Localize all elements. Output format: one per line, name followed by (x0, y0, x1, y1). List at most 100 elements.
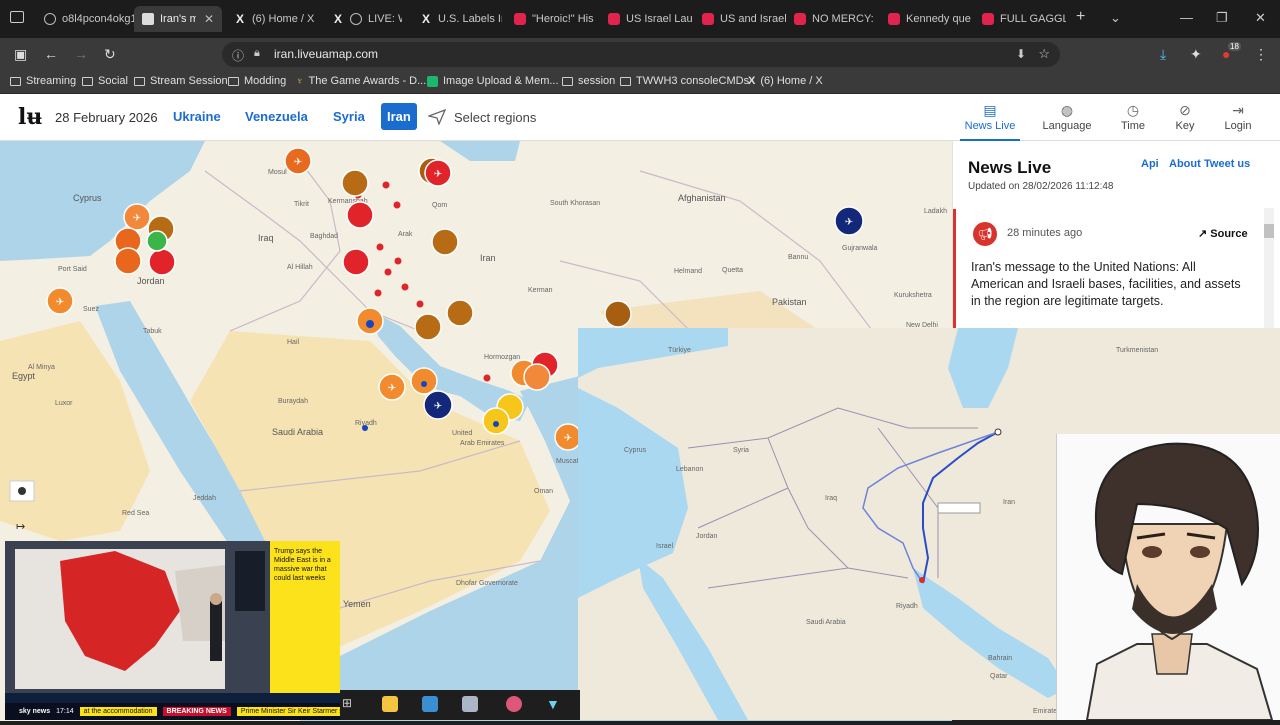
forward-icon[interactable]: → (74, 46, 88, 62)
task-view-icon[interactable]: ⊞ (342, 696, 358, 712)
bookmark-social[interactable]: Social (82, 75, 128, 87)
svg-text:✈: ✈ (434, 169, 442, 180)
layers-toggle-icon[interactable]: ↦ (16, 520, 25, 533)
folder-icon (134, 76, 145, 86)
restore-icon[interactable]: ❐ (1216, 10, 1228, 26)
browser-tab[interactable]: "Heroic!" His (506, 6, 596, 32)
bookmark-streaming[interactable]: Streaming (10, 75, 76, 87)
menu-icon[interactable]: ⋮ (1254, 46, 1268, 63)
svg-text:Riyadh: Riyadh (896, 603, 918, 610)
svg-text:Cyprus: Cyprus (624, 447, 647, 454)
nav-news-live[interactable]: ▤ News Live (960, 102, 1020, 141)
site-info-icon[interactable]: ⓘ (232, 47, 244, 64)
browser-tab[interactable]: Kennedy que (880, 6, 972, 32)
bookmark-twwh3[interactable]: TWWH3 consoleCMDs (620, 75, 749, 87)
svg-text:Muscat: Muscat (556, 458, 579, 465)
browser-tab[interactable]: X U.S. Labels Ir (412, 6, 502, 32)
browser-tab-strip: o8l4pcon4okg1.jp Iran's mes✕ X(6) Home /… (0, 0, 1280, 38)
sidebar-icon[interactable]: ▣ (14, 46, 27, 63)
bookmark-x-home[interactable]: X (6) Home / X (748, 75, 823, 87)
bookmark-modding[interactable]: Modding (228, 75, 286, 87)
bookmark-star-icon[interactable]: ☆ (1038, 46, 1050, 62)
minimize-icon[interactable]: — (1180, 10, 1193, 25)
app-icon[interactable] (462, 696, 478, 712)
browser-tab[interactable]: US and Israel (694, 6, 786, 32)
tab-search-chevron-icon[interactable]: ⌄ (1110, 10, 1121, 26)
reload-icon[interactable]: ↻ (104, 46, 116, 63)
svg-text:Hormozgan: Hormozgan (484, 354, 520, 361)
news-item[interactable]: 📢︎ 28 minutes ago ↗ Source Iran's messag… (953, 209, 1280, 328)
folder-icon (82, 76, 93, 86)
app-icon[interactable] (506, 696, 522, 712)
youtube-icon (608, 13, 620, 25)
region-venezuela[interactable]: Venezuela (239, 103, 314, 130)
bookmark-session[interactable]: session (562, 75, 615, 87)
svg-text:Saudi Arabia: Saudi Arabia (272, 427, 323, 437)
region-iran[interactable]: Iran (381, 103, 417, 130)
nav-time[interactable]: ◷ Time (1103, 102, 1163, 132)
url-bar[interactable]: ⓘ 🔒︎ iran.liveuamap.com ⬇ ☆ (222, 42, 1060, 67)
bookmark-stream-session[interactable]: Stream Session (134, 75, 228, 87)
browser-tab-active[interactable]: Iran's mes✕ (134, 6, 222, 32)
youtube-icon (514, 13, 526, 25)
video-frame (5, 541, 270, 693)
news-ticker: sky news 17:14 at the accommodation BREA… (5, 703, 340, 720)
install-app-icon[interactable]: ⬇ (1016, 47, 1026, 61)
browser-tab[interactable]: NO MERCY: (786, 6, 878, 32)
sky-news-video[interactable]: Trump says the Middle East is in a massi… (5, 541, 340, 720)
svg-text:Luxor: Luxor (55, 400, 73, 407)
select-regions[interactable]: Select regions (428, 109, 536, 125)
nav-key[interactable]: ⊘ Key (1155, 102, 1215, 132)
news-item-text: Iran's message to the United Nations: Al… (971, 260, 1241, 308)
news-item-age: 28 minutes ago (1007, 227, 1083, 239)
api-link[interactable]: Api (1141, 158, 1159, 170)
svg-text:Cyprus: Cyprus (73, 193, 102, 203)
extensions-badge: 18 (1228, 42, 1241, 51)
generic-icon (44, 13, 56, 25)
browser-tab[interactable]: o8l4pcon4okg1.jp (36, 6, 134, 32)
svg-text:Afghanistan: Afghanistan (678, 193, 726, 203)
file-explorer-icon[interactable] (382, 696, 398, 712)
svg-text:Oman: Oman (534, 488, 553, 495)
bookmark-game-awards[interactable]: ♆ The Game Awards - D... (296, 75, 426, 87)
browser-tab[interactable]: XLIVE: Wa (324, 6, 402, 32)
tweet-us-link[interactable]: Tweet us (1204, 158, 1250, 170)
current-date: 28 February 2026 (55, 110, 158, 125)
back-icon[interactable]: ← (44, 46, 58, 62)
tab-actions-icon[interactable] (10, 11, 24, 23)
svg-text:✈: ✈ (845, 217, 853, 228)
nav-login[interactable]: ⇥ Login (1208, 102, 1268, 132)
youtube-icon (982, 13, 994, 25)
extensions-icon[interactable]: ✦ (1190, 46, 1202, 63)
avatar-illustration (1057, 434, 1280, 721)
nav-language[interactable]: ◍ Language (1037, 102, 1097, 132)
about-link[interactable]: About (1169, 158, 1201, 170)
globe-icon: ◍ (1060, 102, 1074, 118)
liveuamap-logo[interactable]: lʉ (18, 104, 42, 130)
lock-icon: 🔒︎ (254, 47, 260, 59)
close-tab-icon[interactable]: ✕ (204, 12, 214, 26)
downloads-icon[interactable]: ⤓ (1160, 46, 1166, 63)
svg-text:South Khorasan: South Khorasan (550, 200, 600, 207)
address-toolbar: ▣ ← → ↻ ⓘ 🔒︎ iran.liveuamap.com ⬇ ☆ ⤓ ✦ … (0, 38, 1280, 71)
app-icon[interactable]: ▼ (546, 696, 562, 712)
news-updated-time: Updated on 28/02/2026 11:12:48 (968, 181, 1114, 192)
site-header: lʉ 28 February 2026 Ukraine Venezuela Sy… (0, 94, 1280, 141)
svg-text:Al Hillah: Al Hillah (287, 264, 313, 271)
taskbar: ⊞ ▼ (340, 690, 580, 720)
x-icon: X (333, 12, 342, 26)
region-ukraine[interactable]: Ukraine (167, 103, 227, 130)
svg-text:✈: ✈ (564, 433, 572, 444)
news-scrollbar[interactable] (1264, 208, 1274, 328)
browser-tab[interactable]: FULL GAGGL (974, 6, 1066, 32)
svg-text:Israel: Israel (656, 543, 674, 550)
svg-text:Jordan: Jordan (137, 276, 165, 286)
news-source-link[interactable]: ↗ Source (1198, 227, 1248, 240)
bookmark-image-upload[interactable]: Image Upload & Mem... (427, 75, 559, 87)
region-syria[interactable]: Syria (327, 103, 371, 130)
close-window-icon[interactable]: ✕ (1255, 10, 1266, 26)
app-icon[interactable] (422, 696, 438, 712)
browser-tab[interactable]: US Israel Lau (600, 6, 692, 32)
new-tab-icon[interactable]: + (1076, 8, 1085, 26)
browser-tab[interactable]: X (6) Home / X (226, 6, 324, 32)
